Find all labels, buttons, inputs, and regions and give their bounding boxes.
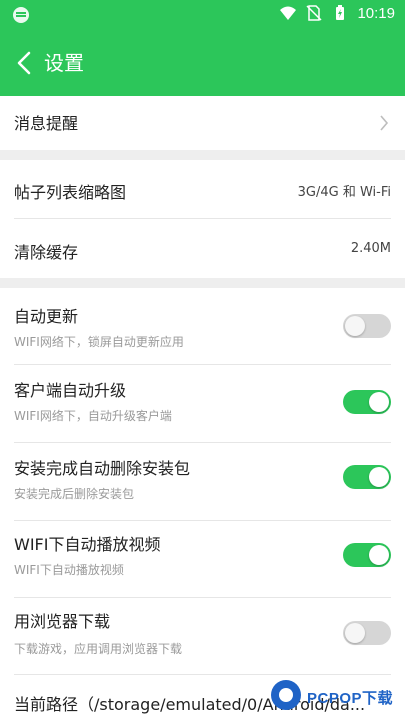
- cache-size-value: 2.40M: [350, 241, 391, 256]
- delete-package-label: 安装完成自动删除安装包: [14, 459, 191, 478]
- thumbnail-row[interactable]: 帖子列表缩略图 3G/4G 和 Wi-Fi: [0, 160, 405, 218]
- delete-package-description: 安装完成后删除安装包: [14, 487, 135, 501]
- client-upgrade-row[interactable]: 客户端自动升级 WIFI网络下，自动升级客户端: [0, 365, 405, 442]
- toggle-knob: [369, 545, 389, 565]
- no-sim-icon: [306, 5, 322, 21]
- browser-download-toggle[interactable]: [343, 621, 391, 645]
- status-time: 10:19: [357, 4, 395, 22]
- app-notification-icon: [13, 7, 29, 23]
- clear-cache-label: 清除缓存: [14, 243, 79, 262]
- toggle-knob: [345, 623, 365, 643]
- message-reminder-label: 消息提醒: [14, 114, 79, 133]
- toggle-knob: [369, 467, 389, 487]
- chevron-right-icon: [380, 115, 389, 131]
- message-reminder-row[interactable]: 消息提醒: [0, 96, 405, 150]
- toggle-knob: [369, 392, 389, 412]
- client-upgrade-toggle[interactable]: [343, 390, 391, 414]
- auto-update-description: WIFI网络下，锁屏自动更新应用: [14, 335, 184, 349]
- browser-download-label: 用浏览器下载: [14, 612, 111, 631]
- status-bar: 10:19: [0, 0, 405, 30]
- pcpop-watermark-logo: PCPOP下载: [271, 680, 401, 714]
- client-upgrade-description: WIFI网络下，自动升级客户端: [14, 409, 172, 423]
- back-arrow-icon[interactable]: [14, 50, 36, 76]
- thumbnail-label: 帖子列表缩略图: [14, 183, 127, 202]
- clear-cache-row[interactable]: 清除缓存 2.40M: [0, 219, 405, 278]
- wifi-icon: [280, 6, 297, 20]
- client-upgrade-label: 客户端自动升级: [14, 381, 127, 400]
- delete-package-row[interactable]: 安装完成自动删除安装包 安装完成后删除安装包: [0, 443, 405, 520]
- settings-group-notifications: 消息提醒: [0, 96, 405, 150]
- app-bar: 设置: [0, 30, 405, 96]
- auto-play-video-description: WIFI下自动播放视频: [14, 563, 124, 577]
- browser-download-description: 下载游戏，应用调用浏览器下载: [14, 642, 183, 656]
- page-title: 设置: [44, 51, 84, 75]
- browser-download-row[interactable]: 用浏览器下载 下载游戏，应用调用浏览器下载: [0, 598, 405, 674]
- settings-group-download: 自动更新 WIFI网络下，锁屏自动更新应用 客户端自动升级 WIFI网络下，自动…: [0, 288, 405, 720]
- thumbnail-value: 3G/4G 和 Wi-Fi: [297, 185, 391, 200]
- settings-group-general: 帖子列表缩略图 3G/4G 和 Wi-Fi 清除缓存 2.40M: [0, 160, 405, 278]
- auto-play-video-toggle[interactable]: [343, 543, 391, 567]
- watermark-text: PCPOP下载: [307, 690, 394, 707]
- toggle-knob: [345, 316, 365, 336]
- auto-play-video-label: WIFI下自动播放视频: [14, 535, 161, 554]
- auto-update-toggle[interactable]: [343, 314, 391, 338]
- delete-package-toggle[interactable]: [343, 465, 391, 489]
- battery-icon: [336, 5, 345, 20]
- auto-update-label: 自动更新: [14, 307, 79, 326]
- auto-play-video-row[interactable]: WIFI下自动播放视频 WIFI下自动播放视频: [0, 521, 405, 597]
- watermark-logo-icon: [271, 680, 301, 710]
- auto-update-row[interactable]: 自动更新 WIFI网络下，锁屏自动更新应用: [0, 288, 405, 364]
